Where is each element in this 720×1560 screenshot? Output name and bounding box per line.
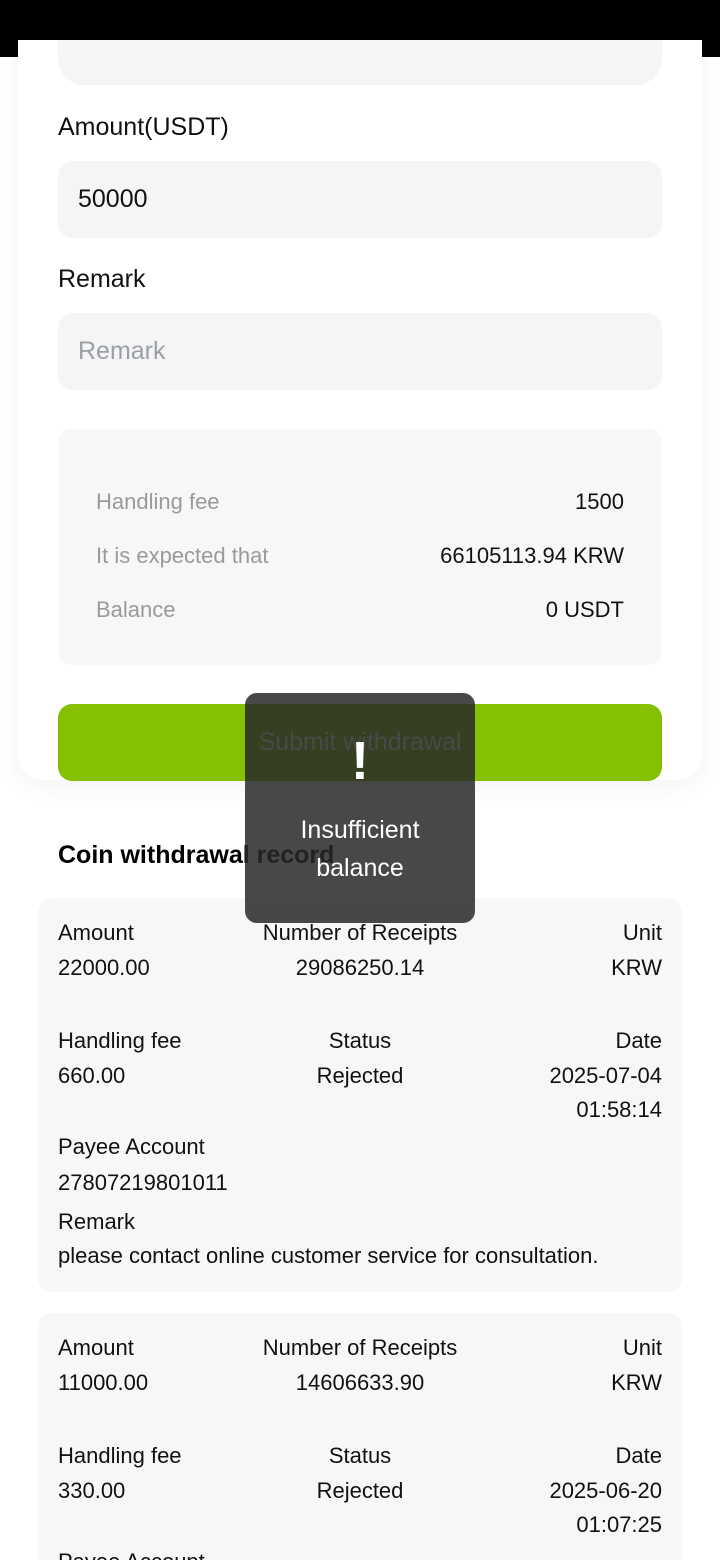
amount-input[interactable] — [58, 161, 662, 238]
exclamation-icon: ! — [351, 731, 369, 791]
record-receipts-label: Number of Receipts — [262, 1335, 458, 1360]
record-date-value: 2025-06-20 01:07:25 — [549, 1477, 662, 1538]
summary-value: 1500 — [575, 489, 624, 514]
fee-summary-box: Handling fee 1500 It is expected that 66… — [58, 429, 662, 665]
record-amount-cell: Amount 22000.00 — [58, 916, 258, 985]
record-unit-label: Unit — [622, 1335, 662, 1360]
record-status-value: Rejected — [316, 1477, 404, 1503]
record-receipts-cell: Number of Receipts 29086250.14 — [260, 916, 460, 985]
record-amount-value: 11000.00 — [58, 1369, 149, 1395]
withdrawal-record-card: Amount 11000.00 Number of Receipts 14606… — [38, 1313, 682, 1560]
record-payee-value: 27807219801011 — [58, 1170, 228, 1195]
summary-value: 0 USDT — [545, 597, 624, 622]
record-status-label: Status — [328, 1443, 392, 1468]
summary-row-balance: Balance 0 USDT — [96, 595, 624, 625]
record-remark-label: Remark — [58, 1209, 136, 1234]
record-fee-value: 330.00 — [58, 1477, 126, 1503]
summary-key: Balance — [96, 597, 176, 622]
withdrawal-record-card: Amount 22000.00 Number of Receipts 29086… — [38, 898, 682, 1292]
insufficient-balance-toast: ! Insufficient balance — [245, 693, 475, 923]
record-amount-label: Amount — [58, 1335, 134, 1360]
record-date-label: Date — [615, 1443, 662, 1468]
record-date-value: 2025-07-04 01:58:14 — [549, 1062, 662, 1123]
record-fee-value: 660.00 — [58, 1062, 126, 1088]
record-row-top: Amount 22000.00 Number of Receipts 29086… — [58, 916, 662, 985]
record-row-middle: Handling fee 660.00 Status Rejected Date… — [58, 1024, 662, 1128]
summary-key: It is expected that — [96, 543, 269, 568]
record-status-cell: Status Rejected — [260, 1439, 460, 1543]
record-date-cell: Date 2025-07-04 01:58:14 — [462, 1024, 662, 1128]
summary-key: Handling fee — [96, 489, 220, 514]
record-receipts-value: 29086250.14 — [295, 954, 425, 980]
summary-row-handling-fee: Handling fee 1500 — [96, 487, 624, 517]
record-status-value: Rejected — [316, 1062, 404, 1088]
record-remark-value: please contact online customer service f… — [58, 1243, 599, 1268]
record-row-middle: Handling fee 330.00 Status Rejected Date… — [58, 1439, 662, 1543]
record-fee-cell: Handling fee 660.00 — [58, 1024, 258, 1128]
record-date-cell: Date 2025-06-20 01:07:25 — [462, 1439, 662, 1543]
record-payee-label: Payee Account — [58, 1549, 205, 1560]
record-status-label: Status — [328, 1028, 392, 1053]
record-receipts-cell: Number of Receipts 14606633.90 — [260, 1331, 460, 1400]
record-unit-value: KRW — [611, 954, 662, 980]
summary-row-expected: It is expected that 66105113.94 KRW — [96, 541, 624, 571]
record-fee-label: Handling fee — [58, 1443, 182, 1468]
remark-input[interactable] — [58, 313, 662, 390]
record-unit-cell: Unit KRW — [462, 916, 662, 985]
record-receipts-value: 14606633.90 — [295, 1369, 425, 1395]
summary-value: 66105113.94 KRW — [440, 543, 624, 568]
record-row-top: Amount 11000.00 Number of Receipts 14606… — [58, 1331, 662, 1400]
record-amount-cell: Amount 11000.00 — [58, 1331, 258, 1400]
remark-label: Remark — [58, 265, 146, 293]
record-unit-label: Unit — [622, 920, 662, 945]
previous-field-input[interactable] — [58, 40, 662, 85]
record-unit-value: KRW — [611, 1369, 662, 1395]
amount-label: Amount(USDT) — [58, 113, 229, 141]
record-amount-value: 22000.00 — [58, 954, 150, 980]
record-unit-cell: Unit KRW — [462, 1331, 662, 1400]
record-status-cell: Status Rejected — [260, 1024, 460, 1128]
record-fee-label: Handling fee — [58, 1028, 182, 1053]
record-payee-label: Payee Account — [58, 1134, 205, 1159]
withdraw-form-card — [18, 40, 702, 780]
record-fee-cell: Handling fee 330.00 — [58, 1439, 258, 1543]
record-date-label: Date — [615, 1028, 662, 1053]
record-amount-label: Amount — [58, 920, 134, 945]
toast-message: Insufficient balance — [300, 816, 420, 882]
